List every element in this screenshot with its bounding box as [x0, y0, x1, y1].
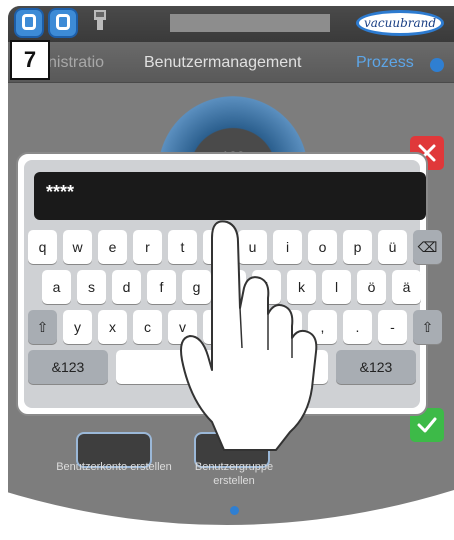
key[interactable]: e	[98, 230, 127, 264]
mode-key-right[interactable]: &123	[336, 350, 416, 384]
touch-hand-icon	[180, 220, 318, 451]
key[interactable]: ü	[378, 230, 407, 264]
tab-bar: nistratio Benutzermanagement Prozess	[8, 42, 454, 83]
top-bar: vacuubrand	[8, 6, 454, 42]
key[interactable]: d	[112, 270, 141, 304]
frame-curve	[0, 490, 454, 540]
key[interactable]: q	[28, 230, 57, 264]
shift-icon[interactable]: ⇧	[413, 310, 442, 344]
tab-administration[interactable]: nistratio	[48, 54, 104, 72]
tab-user-management[interactable]: Benutzermanagement	[144, 54, 301, 72]
key[interactable]: w	[63, 230, 92, 264]
key[interactable]: ö	[357, 270, 386, 304]
shift-icon[interactable]: ⇧	[28, 310, 57, 344]
key[interactable]: l	[322, 270, 351, 304]
key[interactable]: s	[77, 270, 106, 304]
key[interactable]: r	[133, 230, 162, 264]
process-icon	[430, 58, 444, 72]
tab-process[interactable]: Prozess	[356, 54, 414, 72]
user-icon[interactable]	[48, 8, 78, 38]
logo-text: vacuubrand	[363, 16, 437, 30]
checkmark-icon	[417, 417, 437, 433]
plug-icon	[94, 10, 106, 30]
key[interactable]: x	[98, 310, 127, 344]
key[interactable]: ä	[392, 270, 421, 304]
key[interactable]: a	[42, 270, 71, 304]
title-placeholder	[170, 14, 330, 32]
vacuubrand-logo: vacuubrand	[356, 10, 444, 36]
key[interactable]: -	[378, 310, 407, 344]
key[interactable]: .	[343, 310, 372, 344]
step-badge: 7	[10, 40, 50, 80]
backspace-icon[interactable]: ⌫	[413, 230, 442, 264]
password-field[interactable]: ****	[34, 172, 426, 220]
mode-key-left[interactable]: &123	[28, 350, 108, 384]
key[interactable]: y	[63, 310, 92, 344]
key[interactable]: p	[343, 230, 372, 264]
home-icon[interactable]	[14, 8, 44, 38]
key[interactable]: c	[133, 310, 162, 344]
